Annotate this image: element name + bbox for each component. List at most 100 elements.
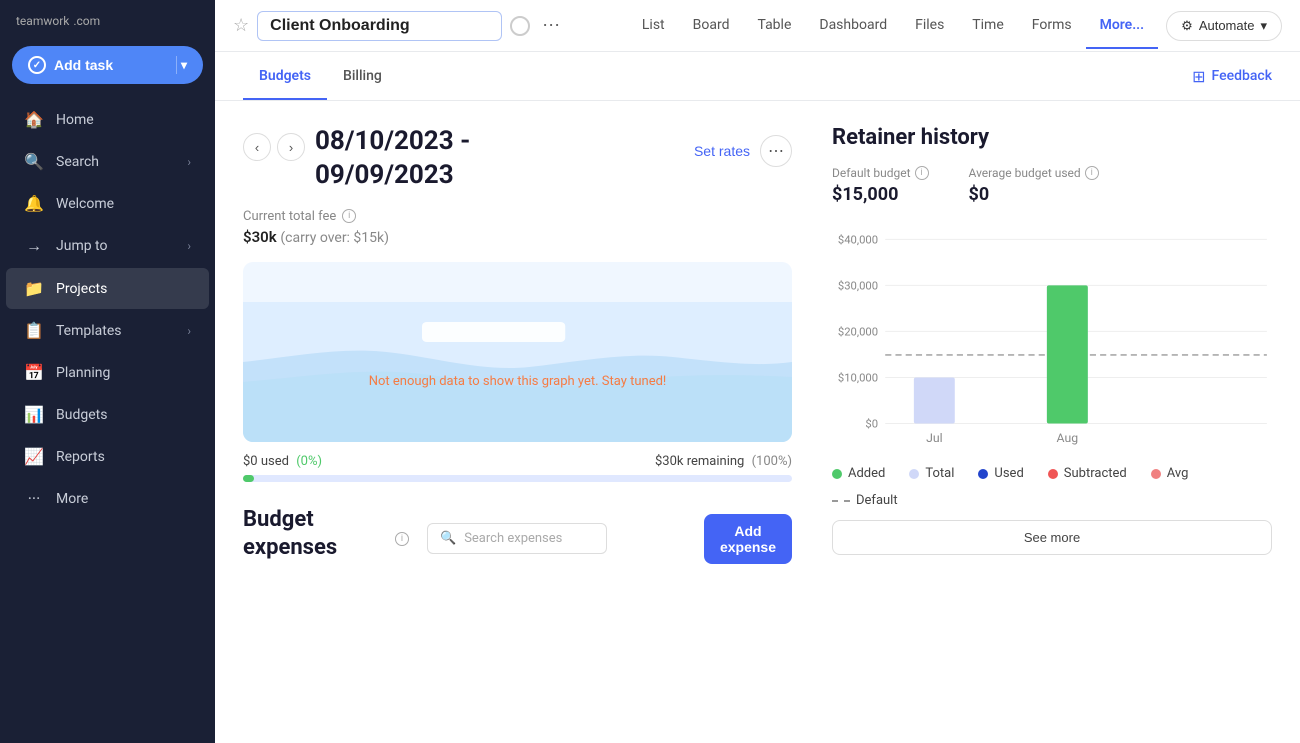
sidebar-item-label: More: [56, 491, 88, 507]
topbar-nav: List Board Table Dashboard Files Time Fo…: [628, 3, 1158, 49]
svg-text:$0: $0: [865, 418, 878, 431]
nav-board[interactable]: Board: [679, 3, 744, 49]
nav-dashboard[interactable]: Dashboard: [805, 3, 901, 49]
legend-avg-label: Avg: [1167, 466, 1189, 481]
default-dash: [832, 500, 850, 502]
topbar-right: ⚙ Automate ▾: [1166, 11, 1282, 41]
search-icon: 🔍: [24, 152, 44, 171]
current-fee-info-icon[interactable]: i: [342, 209, 356, 223]
left-panel: ‹ › 08/10/2023 - 09/09/2023 Set rates ⋯ …: [243, 125, 792, 719]
date-range: 08/10/2023 - 09/09/2023: [315, 125, 470, 193]
sidebar-item-home[interactable]: 🏠 Home: [6, 99, 209, 140]
avg-budget-label: Average budget used i: [969, 166, 1099, 180]
current-fee-value: $30k (carry over: $15k): [243, 228, 792, 246]
legend-avg: Avg: [1151, 466, 1189, 481]
fee-amount: $30k: [243, 228, 277, 246]
add-expense-button[interactable]: Addexpense: [704, 514, 792, 564]
add-task-label: Add task: [54, 57, 113, 73]
svg-text:$40,000: $40,000: [838, 233, 878, 246]
bell-icon: 🔔: [24, 194, 44, 213]
remaining-label: $30k remaining (100%): [655, 454, 792, 469]
sidebar-item-more[interactable]: ··· More: [6, 478, 209, 519]
sidebar-item-templates[interactable]: 📋 Templates ›: [6, 310, 209, 351]
legend-subtracted-label: Subtracted: [1064, 466, 1127, 481]
legend-used-label: Used: [994, 466, 1023, 481]
avg-budget-info-icon[interactable]: i: [1085, 166, 1099, 180]
sidebar-item-label: Home: [56, 112, 94, 128]
chevron-right-icon: ›: [187, 155, 191, 169]
right-panel: Retainer history Default budget i $15,00…: [832, 125, 1272, 719]
next-date-button[interactable]: ›: [277, 133, 305, 161]
chart-icon: 📊: [24, 405, 44, 424]
check-circle-icon: ✓: [28, 56, 46, 74]
budget-body: ‹ › 08/10/2023 - 09/09/2023 Set rates ⋯ …: [215, 101, 1300, 743]
tab-budgets[interactable]: Budgets: [243, 52, 327, 100]
budget-expenses-title: Budgetexpenses: [243, 506, 383, 563]
svg-text:$20,000: $20,000: [838, 326, 878, 339]
set-rates-button[interactable]: Set rates: [694, 143, 750, 159]
sidebar-item-label: Reports: [56, 449, 105, 465]
nav-more[interactable]: More...: [1086, 3, 1159, 49]
sidebar-item-label: Welcome: [56, 196, 114, 212]
sidebar-item-search[interactable]: 🔍 Search ›: [6, 141, 209, 182]
sidebar-item-projects[interactable]: 📁 Projects: [6, 268, 209, 309]
date-arrows: ‹ ›: [243, 133, 305, 161]
default-budget-info-icon[interactable]: i: [915, 166, 929, 180]
search-expenses-input[interactable]: 🔍 Search expenses: [427, 523, 607, 554]
sidebar-item-jump-to[interactable]: → Jump to ›: [6, 225, 209, 267]
see-more-button[interactable]: See more: [832, 520, 1272, 555]
no-data-message: Not enough data to show this graph yet. …: [369, 374, 667, 389]
prev-date-button[interactable]: ‹: [243, 133, 271, 161]
logo-text: teamwork: [16, 14, 69, 28]
feedback-button[interactable]: ⊞ Feedback: [1192, 67, 1272, 86]
date-range-line2: 09/09/2023: [315, 160, 454, 190]
automate-caret-icon: ▾: [1260, 18, 1267, 34]
carry-over: (carry over: $15k): [280, 230, 389, 246]
topbar-left: ☆ ⋯: [233, 11, 612, 41]
date-navigation: ‹ › 08/10/2023 - 09/09/2023 Set rates ⋯: [243, 125, 792, 193]
legend-added-label: Added: [848, 466, 885, 481]
total-dot: [909, 469, 919, 479]
budget-expenses-controls: i 🔍 Search expenses Addexpense: [395, 514, 792, 564]
star-button[interactable]: ☆: [233, 15, 249, 36]
folder-icon: 📁: [24, 279, 44, 298]
budget-more-button[interactable]: ⋯: [760, 135, 792, 167]
svg-text:Jul: Jul: [926, 431, 943, 445]
remaining-amount: $30k remaining: [655, 454, 744, 469]
sidebar-item-budgets[interactable]: 📊 Budgets: [6, 394, 209, 435]
budget-progress-fill: [243, 475, 254, 482]
sidebar-item-welcome[interactable]: 🔔 Welcome: [6, 183, 209, 224]
automate-button[interactable]: ⚙ Automate ▾: [1166, 11, 1282, 41]
tab-billing[interactable]: Billing: [327, 52, 398, 100]
retainer-chart-svg: $40,000 $30,000 $20,000 $10,000 $0: [832, 225, 1272, 450]
legend-subtracted: Subtracted: [1048, 466, 1127, 481]
automate-icon: ⚙: [1181, 18, 1193, 34]
current-fee-label: Current total fee i: [243, 209, 792, 224]
svg-text:Aug: Aug: [1057, 431, 1079, 445]
nav-list[interactable]: List: [628, 3, 679, 49]
sidebar-item-label: Search: [56, 154, 99, 170]
sidebar-item-reports[interactable]: 📈 Reports: [6, 436, 209, 477]
expenses-info-icon[interactable]: i: [395, 532, 409, 546]
status-dot[interactable]: [510, 16, 530, 36]
sidebar-item-label: Templates: [56, 323, 122, 339]
added-dot: [832, 469, 842, 479]
date-range-line1: 08/10/2023 -: [315, 126, 470, 156]
project-title-input[interactable]: [257, 11, 502, 41]
nav-table[interactable]: Table: [743, 3, 805, 49]
sidebar: teamwork.com ✓ Add task ▾ 🏠 Home 🔍 Searc…: [0, 0, 215, 743]
main-content: ☆ ⋯ List Board Table Dashboard Files Tim…: [215, 0, 1300, 743]
more-options-button[interactable]: ⋯: [538, 15, 564, 36]
nav-files[interactable]: Files: [901, 3, 958, 49]
add-task-button[interactable]: ✓ Add task ▾: [12, 46, 203, 84]
sidebar-item-planning[interactable]: 📅 Planning: [6, 352, 209, 393]
nav-forms[interactable]: Forms: [1018, 3, 1086, 49]
used-pct: (0%): [296, 454, 322, 469]
default-budget-label: Default budget i: [832, 166, 929, 180]
budget-chart: Not enough data to show this graph yet. …: [243, 262, 792, 442]
nav-time[interactable]: Time: [958, 3, 1017, 49]
feedback-icon: ⊞: [1192, 67, 1205, 86]
retainer-chart: $40,000 $30,000 $20,000 $10,000 $0: [832, 225, 1272, 450]
svg-text:$30,000: $30,000: [838, 279, 878, 292]
avg-budget-value: $0: [969, 184, 1099, 205]
